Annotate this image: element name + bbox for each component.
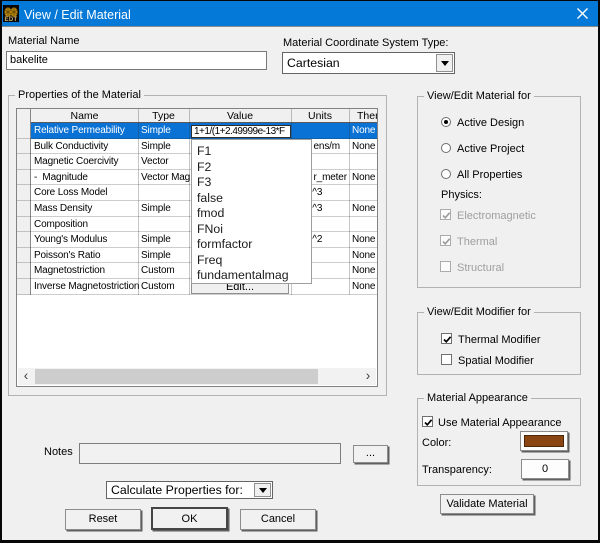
- svg-text:EDT: EDT: [5, 17, 18, 22]
